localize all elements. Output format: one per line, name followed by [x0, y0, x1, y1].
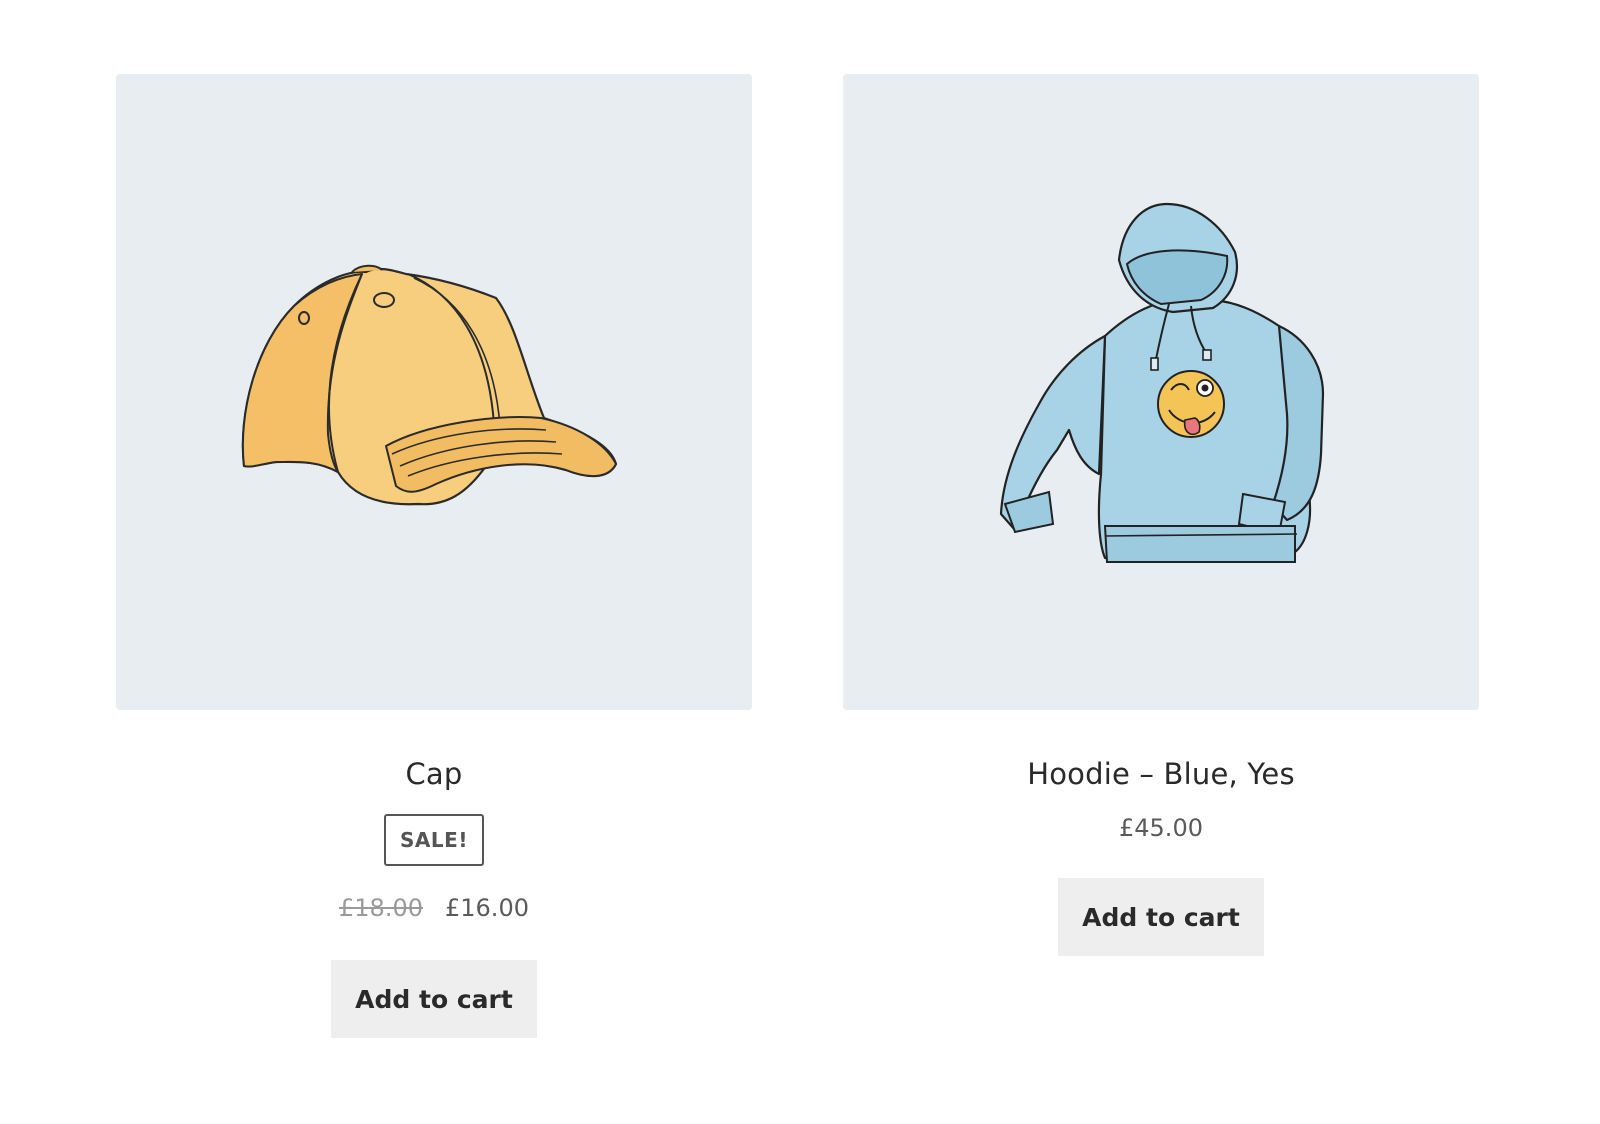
- regular-price: £18.00: [339, 894, 423, 922]
- regular-price: £45.00: [1119, 814, 1203, 842]
- add-to-cart-button-cap[interactable]: Add to cart: [331, 960, 537, 1038]
- price: £18.00 £16.00: [116, 894, 752, 922]
- product-title[interactable]: Hoodie – Blue, Yes: [843, 756, 1479, 792]
- hoodie-image: [999, 202, 1325, 563]
- sale-badge: SALE!: [384, 814, 484, 866]
- product-grid: Cap SALE! £18.00 £16.00 Add to cart Hood…: [0, 0, 1600, 1124]
- add-to-cart-button-hoodie[interactable]: Add to cart: [1058, 878, 1264, 956]
- cap-image: [241, 264, 618, 506]
- price: £45.00: [843, 814, 1479, 842]
- product-image-cap[interactable]: [116, 74, 752, 710]
- sale-price: £16.00: [445, 894, 529, 922]
- product-image-hoodie[interactable]: [843, 74, 1479, 710]
- product-title[interactable]: Cap: [116, 756, 752, 792]
- product-card-cap: Cap SALE! £18.00 £16.00 Add to cart: [116, 74, 752, 1038]
- product-card-hoodie: Hoodie – Blue, Yes £45.00 Add to cart: [843, 74, 1479, 956]
